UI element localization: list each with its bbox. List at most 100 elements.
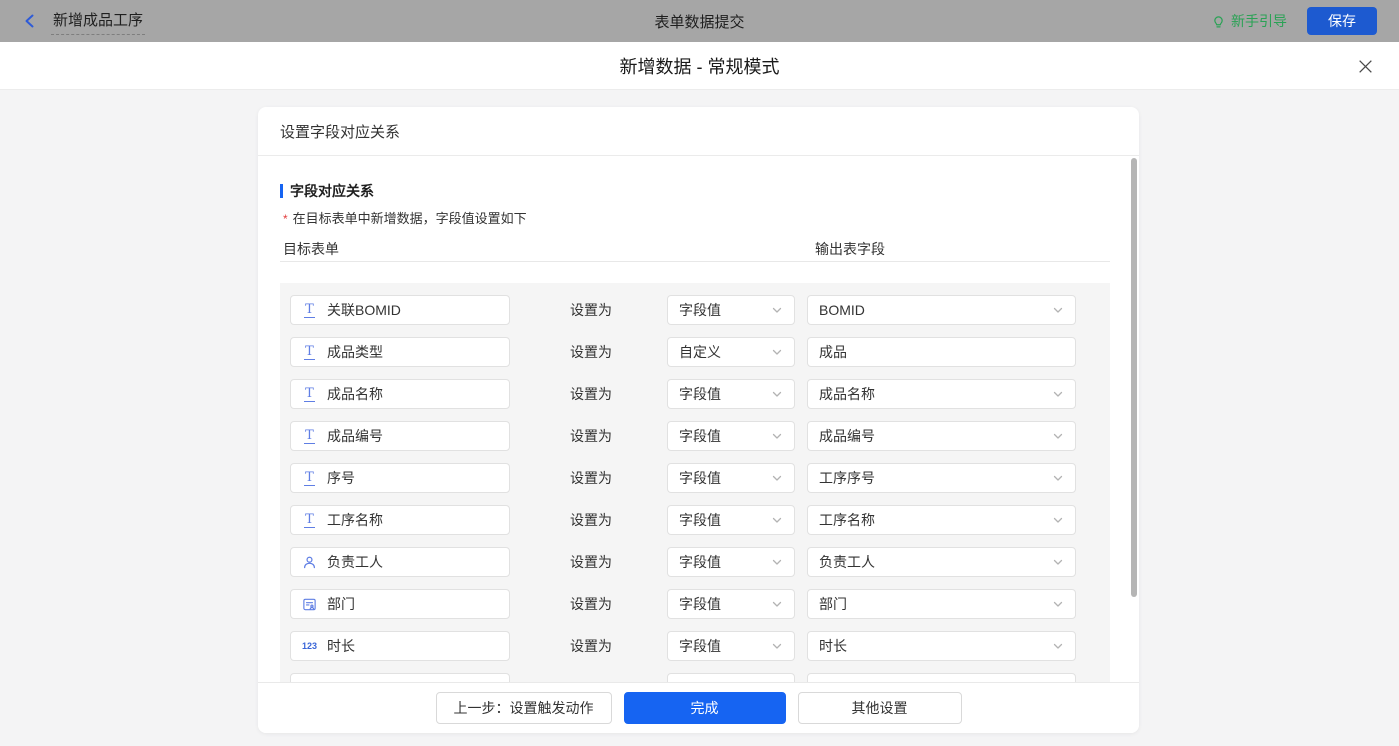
field-mapping-row: T 123 负责工人 设置为 字段值 负责工人 [290,547,1110,577]
target-field-label: 序号 [327,470,355,486]
topbar: 新增成品工序 表单数据提交 新手引导 保存 [0,0,1399,42]
modal-body: 设置字段对应关系 字段对应关系 * 在目标表单中新增数据，字段值设置如下 目标表单… [0,90,1399,746]
mode-select[interactable]: 字段值 [667,421,795,451]
beginner-guide-link[interactable]: 新手引导 [1211,11,1287,31]
modal-header: 新增数据 - 常规模式 [0,42,1399,90]
mode-select-value: 字段值 [679,302,721,318]
mode-select[interactable]: 字段值 [667,589,795,619]
mode-select[interactable]: 自定义 [667,337,795,367]
field-type-icon: T 123 [301,471,318,486]
target-field-box: T 123 成品编号 [290,421,510,451]
target-field-label: 部门 [327,596,355,612]
target-field-label: 关联BOMID [327,302,401,318]
prev-step-button[interactable]: 上一步：设置触发动作 [435,692,612,724]
save-button[interactable]: 保存 [1307,7,1377,35]
beginner-guide-label: 新手引导 [1231,13,1287,29]
field-mapping-row: T 123 部门 设置为 字段值 部门 [290,589,1110,619]
target-field-box: T 123 关联BOMID [290,295,510,325]
value-select-value: 时长 [819,638,847,654]
number-field-icon: 123 [301,641,318,651]
page-title: 表单数据提交 [654,13,745,31]
back-button[interactable] [22,13,38,29]
target-field-box: T 123 序号 [290,463,510,493]
value-select-value: 工序名称 [819,512,875,528]
set-as-label: 设置为 [570,386,612,402]
value-select[interactable]: BOMID [807,295,1076,325]
value-select[interactable]: 成品名称 [807,379,1076,409]
field-mapping-row: T 123 成品编号 设置为 字段值 成品编号 [290,421,1110,451]
text-field-icon: T [304,385,315,402]
required-note: * 在目标表单中新增数据，字段值设置如下 [283,208,527,227]
chevron-down-icon [772,643,782,649]
target-field-box: T 123 时长 [290,631,510,661]
chevron-down-icon [772,517,782,523]
set-as-label: 设置为 [570,428,612,444]
set-as-label: 设置为 [570,302,612,318]
card-header: 设置字段对应关系 [258,107,1139,156]
chevron-left-icon [25,14,34,28]
section-accent-bar [280,184,283,198]
field-type-icon: T 123 [301,597,318,612]
mode-select-value: 字段值 [679,386,721,402]
chevron-down-icon [772,601,782,607]
mode-select[interactable]: 字段值 [667,463,795,493]
mode-select-value: 字段值 [679,554,721,570]
value-select[interactable]: 负责工人 [807,547,1076,577]
workflow-name[interactable]: 新增成品工序 [51,7,146,35]
required-asterisk: * [283,212,288,226]
chevron-down-icon [1053,391,1063,397]
set-as-label: 设置为 [570,596,612,612]
target-field-label: 成品名称 [327,386,383,402]
mode-select-value: 字段值 [679,428,721,444]
scrollbar-thumb[interactable] [1131,158,1137,597]
set-as-label: 设置为 [570,554,612,570]
mode-select[interactable]: 字段值 [667,547,795,577]
field-type-icon: T 123 [301,555,318,570]
value-select[interactable]: 工序序号 [807,463,1076,493]
target-field-label: 成品类型 [327,344,383,360]
value-select-value: 成品编号 [819,428,875,444]
mode-select-value: 字段值 [679,470,721,486]
value-select[interactable]: 时长 [807,631,1076,661]
field-mapping-row: T 123 时长 设置为 字段值 时长 [290,631,1110,661]
mode-select[interactable]: 字段值 [667,505,795,535]
field-type-icon: T 123 [301,641,318,651]
value-select-value: 工序序号 [819,470,875,486]
field-mapping-row: T 123 序号 设置为 字段值 工序序号 [290,463,1110,493]
value-select-value: BOMID [819,302,865,318]
user-icon [304,556,315,568]
value-select[interactable] [807,673,1076,682]
chevron-down-icon [1053,601,1063,607]
value-select[interactable]: 成品 [807,337,1076,367]
chevron-down-icon [1053,475,1063,481]
mode-select[interactable]: 字段值 [667,631,795,661]
done-button[interactable]: 完成 [623,692,786,724]
value-select[interactable]: 工序名称 [807,505,1076,535]
chevron-down-icon [772,559,782,565]
target-field-label: 成品编号 [327,428,383,444]
field-type-icon: T 123 [301,303,318,318]
field-mapping-row: T 123 关联BOMID 设置为 字段值 BOMID [290,295,1110,325]
chevron-down-icon [772,349,782,355]
value-select[interactable]: 成品编号 [807,421,1076,451]
field-mapping-row: T 123 工序名称 设置为 字段值 工序名称 [290,505,1110,535]
mode-select[interactable]: 字段值 [667,379,795,409]
mode-select[interactable] [667,673,795,682]
set-as-label: 设置为 [570,638,612,654]
field-mapping-row: T 123 成品类型 设置为 自定义 成品 [290,337,1110,367]
target-field-box: T 123 工序名称 [290,505,510,535]
set-as-label: 设置为 [570,470,612,486]
mode-select[interactable]: 字段值 [667,295,795,325]
target-field-label: 工序名称 [327,512,383,528]
target-field-box: T 123 负责工人 [290,547,510,577]
close-button[interactable] [1355,56,1375,76]
column-header-output-fields: 输出表字段 [815,241,885,257]
other-settings-button[interactable]: 其他设置 [797,692,962,724]
value-select-value: 部门 [819,596,847,612]
department-icon [303,598,316,610]
field-mapping-row: T 123 成品名称 设置为 字段值 成品名称 [290,379,1110,409]
value-select[interactable]: 部门 [807,589,1076,619]
value-select-value: 成品名称 [819,386,875,402]
target-field-box: T 123 部门 [290,589,510,619]
text-field-icon: T [304,469,315,486]
